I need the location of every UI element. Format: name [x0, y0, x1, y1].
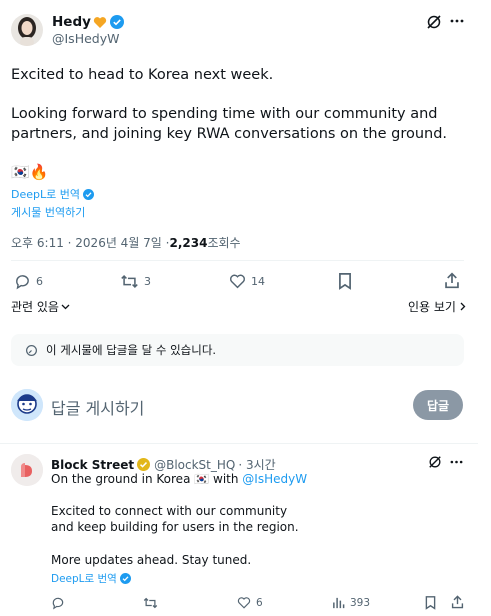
repost-count: 3 — [144, 275, 151, 288]
heart-emoji-icon — [93, 16, 107, 29]
author-avatar[interactable] — [11, 14, 43, 46]
related-label: 관련 있음 — [11, 300, 59, 314]
reply-like-button[interactable]: 6 — [237, 596, 263, 609]
bookmark-icon[interactable] — [425, 596, 436, 610]
reply-line1-prefix: On the ground in Korea — [51, 472, 195, 486]
share-icon[interactable] — [451, 595, 464, 609]
reply-restricted-notice: 이 게시물에 답글을 달 수 있습니다. — [11, 334, 464, 366]
verified-icon — [82, 188, 94, 200]
reply-submit-button[interactable]: 답글 — [413, 390, 463, 420]
grok-icon[interactable] — [426, 14, 442, 30]
user-avatar[interactable] — [11, 389, 43, 421]
reply-mention-link[interactable]: @IsHedyW — [242, 472, 307, 486]
reply-views-button[interactable]: 393 — [332, 596, 370, 609]
repost-button[interactable]: 3 — [120, 273, 151, 290]
divider — [0, 443, 478, 444]
reply-deepl-translate-link[interactable]: DeepL로 번역 — [51, 571, 117, 586]
reply-views-count: 393 — [350, 596, 371, 609]
views-count: 2,234 — [169, 235, 208, 250]
verified-icon — [119, 573, 131, 584]
verified-icon — [137, 458, 151, 471]
related-toggle[interactable]: 관련 있음 — [11, 298, 70, 315]
analytics-icon — [332, 596, 345, 609]
repost-icon — [120, 273, 139, 290]
translate-post-link[interactable]: 게시물 번역하기 — [11, 204, 85, 220]
reply-time[interactable]: · 3시간 — [238, 456, 275, 473]
like-icon — [237, 596, 251, 609]
reply-line1-with: with — [209, 472, 243, 486]
divider — [11, 260, 464, 261]
grok-icon[interactable] — [428, 455, 442, 469]
author-name[interactable]: Hedy — [52, 14, 91, 30]
reply-button[interactable]: 6 — [14, 273, 43, 290]
share-icon[interactable] — [444, 272, 460, 289]
author-handle[interactable]: @IsHedyW — [52, 31, 119, 46]
reply-author-handle[interactable]: @BlockSt_HQ — [154, 458, 235, 472]
reply-icon — [14, 273, 31, 290]
reply-line1-flag: 🇰🇷 — [194, 472, 210, 486]
post-text-line1: Excited to head to Korea next week. — [11, 67, 274, 83]
reply-composer-input[interactable]: 답글 게시하기 — [51, 395, 144, 419]
reply-body-line3: More updates ahead. Stay tuned. — [51, 553, 252, 567]
chevron-down-icon — [61, 304, 70, 310]
reply-author-name[interactable]: Block Street — [51, 458, 134, 472]
quote-view-link[interactable]: 인용 보기 — [408, 298, 466, 315]
bookmark-icon[interactable] — [338, 273, 352, 290]
more-icon[interactable] — [450, 460, 463, 464]
post-emoji: 🇰🇷🔥 — [11, 163, 49, 181]
reply-restrict-icon — [25, 344, 38, 357]
like-button[interactable]: 14 — [229, 273, 265, 289]
post-text-paragraph2: Looking forward to spending time with ou… — [11, 106, 448, 142]
verified-icon — [109, 15, 124, 29]
deepl-translate-link[interactable]: DeepL로 번역 — [11, 186, 80, 202]
reply-count: 6 — [36, 275, 43, 288]
like-icon — [229, 273, 246, 289]
views-label: 조회수 — [207, 236, 241, 250]
reply-author-avatar[interactable] — [11, 454, 43, 486]
reply-restricted-text: 이 게시물에 답글을 달 수 있습니다. — [46, 343, 217, 357]
more-icon[interactable] — [450, 19, 464, 23]
post-timestamp[interactable]: 오후 6:11 · 2026년 4월 7일 · — [11, 234, 169, 251]
chevron-right-icon — [460, 302, 466, 311]
reply-body-line1: Excited to connect with our community — [51, 504, 288, 518]
reply-like-count: 6 — [256, 596, 263, 609]
reply-body-line2: and keep building for users in the regio… — [51, 520, 299, 534]
quote-view-label: 인용 보기 — [408, 300, 456, 314]
reply-icon[interactable] — [51, 596, 65, 610]
repost-icon[interactable] — [143, 596, 158, 610]
like-count: 14 — [251, 274, 265, 288]
